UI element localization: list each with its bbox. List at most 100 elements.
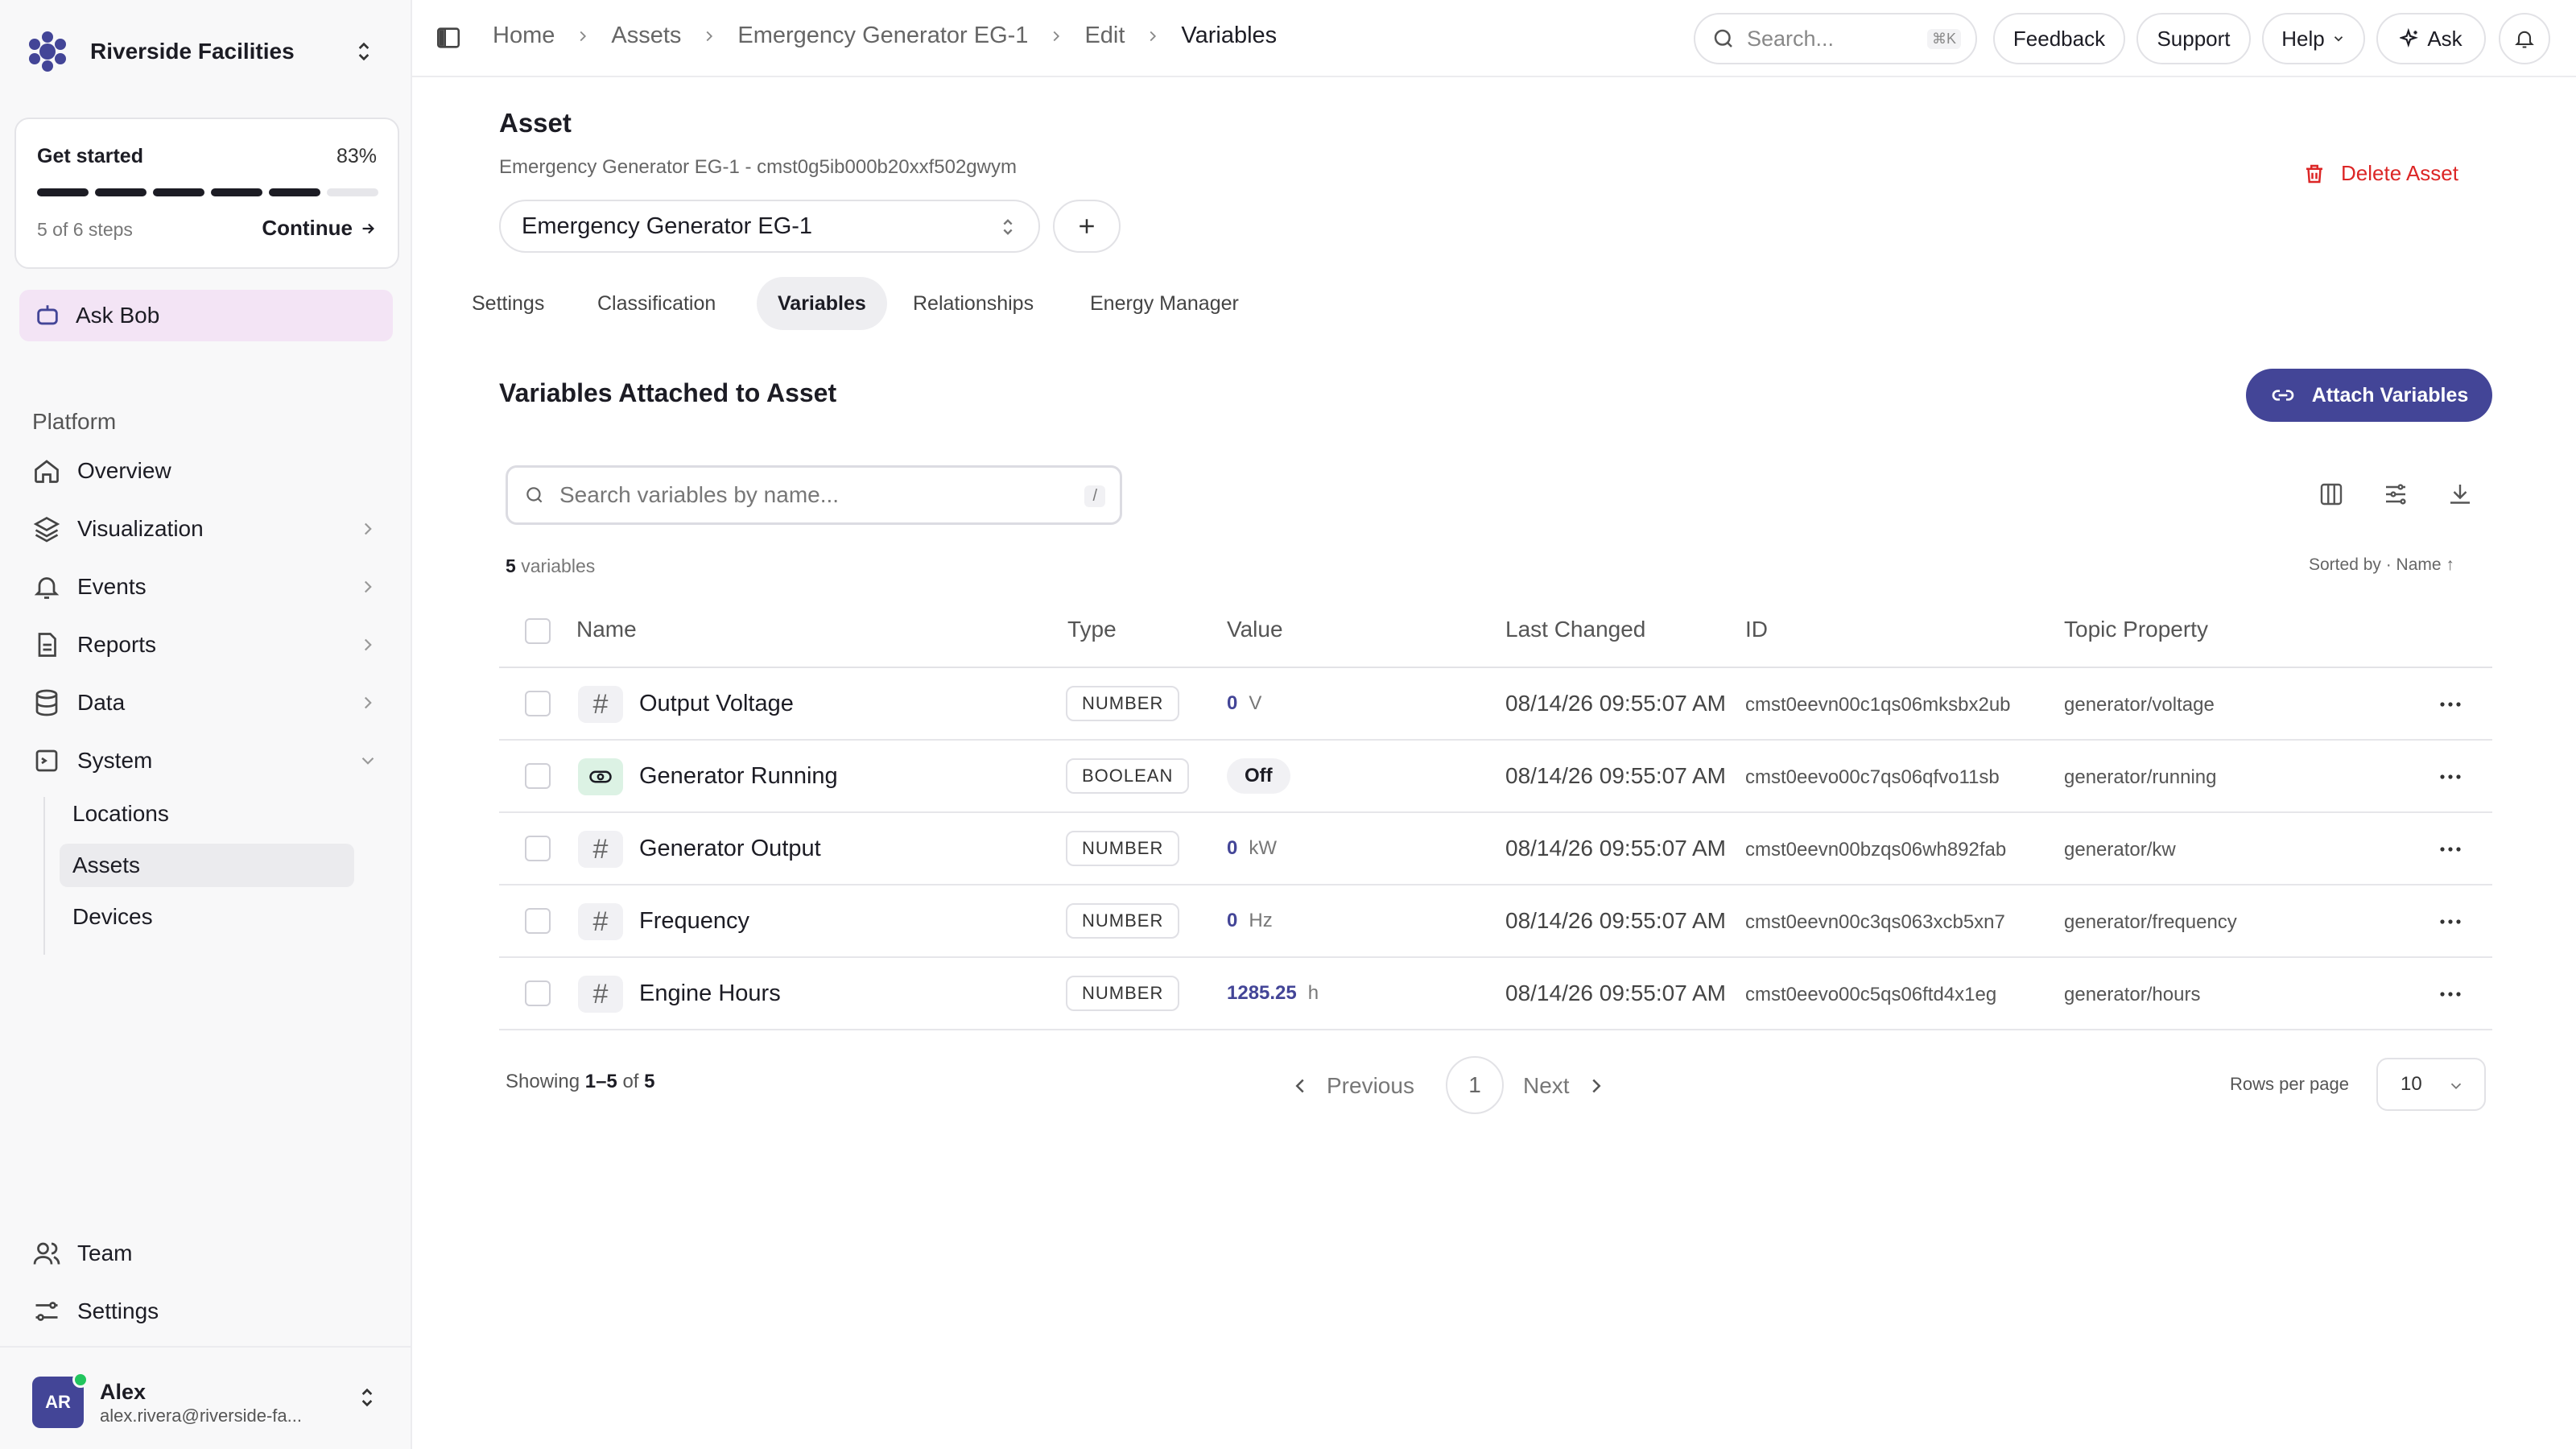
ask-bob-button[interactable]: Ask Bob (19, 290, 393, 341)
breadcrumb-asset[interactable]: Emergency Generator EG-1 (737, 23, 1028, 49)
user-menu[interactable]: AR Alex alex.rivera@riverside-fa... (0, 1346, 412, 1449)
sidebar-item-visualization[interactable]: Visualization (19, 504, 393, 554)
number-type-icon: # (578, 831, 623, 868)
chevron-right-icon (1054, 31, 1060, 41)
sidebar-item-label: Visualization (77, 516, 204, 541)
variables-search-input[interactable]: Search variables by name... / (506, 465, 1122, 525)
global-search-input[interactable]: Search... ⌘K (1694, 13, 1977, 64)
sidebar-item-overview[interactable]: Overview (19, 446, 393, 496)
sort-indicator[interactable]: Sorted by · Name ↑ (2309, 555, 2454, 575)
notifications-button[interactable] (2499, 13, 2550, 64)
sidebar-item-team[interactable]: Team (19, 1228, 393, 1278)
support-label: Support (2157, 26, 2231, 51)
help-button[interactable]: Help (2262, 13, 2365, 64)
sidebar-item-data[interactable]: Data (19, 678, 393, 728)
number-type-icon: # (578, 903, 623, 940)
table-row[interactable]: # Output Voltage NUMBER 0V 08/14/26 09:5… (499, 668, 2492, 741)
column-header-topic-property[interactable]: Topic Property (2064, 617, 2208, 642)
asset-select[interactable]: Emergency Generator EG-1 (499, 200, 1040, 253)
tab-relationships[interactable]: Relationships (892, 277, 1055, 330)
chevron-right-icon (364, 696, 372, 709)
variables-count: 5 variables (506, 555, 595, 577)
topic-property: generator/kw (2064, 839, 2176, 861)
sidebar-item-label: Overview (77, 458, 171, 483)
column-header-value[interactable]: Value (1227, 617, 1283, 642)
download-icon[interactable] (2446, 480, 2475, 509)
table-row[interactable]: Generator Running BOOLEAN Off 08/14/26 0… (499, 741, 2492, 813)
filter-sliders-icon[interactable] (2381, 480, 2410, 509)
add-asset-button[interactable] (1053, 200, 1121, 253)
variable-name[interactable]: Frequency (639, 908, 749, 935)
sidebar-toggle-icon[interactable] (435, 24, 462, 52)
columns-icon[interactable] (2317, 480, 2346, 509)
delete-asset-button[interactable]: Delete Asset (2302, 161, 2458, 186)
select-all-checkbox[interactable] (525, 618, 551, 644)
workspace-switcher[interactable]: Riverside Facilities (26, 24, 385, 79)
sidebar-item-label: Team (77, 1241, 133, 1265)
chevron-right-icon (1150, 31, 1157, 41)
rows-per-page-select[interactable]: 10 (2376, 1058, 2486, 1111)
chevron-down-icon (361, 757, 374, 765)
boolean-type-icon (578, 758, 623, 795)
row-checkbox[interactable] (525, 836, 551, 861)
ask-button[interactable]: Ask (2376, 13, 2486, 64)
breadcrumb-assets[interactable]: Assets (611, 23, 681, 49)
search-shortcut: / (1084, 485, 1105, 507)
avatar-initials: AR (45, 1392, 71, 1412)
variables-count-label: variables (521, 555, 596, 576)
next-page-button[interactable]: Next (1523, 1058, 1608, 1114)
progress-step (269, 188, 320, 196)
column-header-last-changed[interactable]: Last Changed (1505, 617, 1645, 642)
variable-name[interactable]: Generator Running (639, 763, 838, 790)
chevron-right-icon (706, 31, 713, 41)
more-options-icon[interactable] (2434, 692, 2467, 716)
table-row[interactable]: # Engine Hours NUMBER 1285.25 h 08/14/26 … (499, 958, 2492, 1030)
previous-page-button[interactable]: Previous (1288, 1058, 1414, 1114)
sidebar-subitem-assets[interactable]: Assets (60, 844, 354, 887)
chevron-down-icon (2334, 36, 2343, 42)
row-checkbox[interactable] (525, 763, 551, 789)
chevron-right-icon (364, 638, 372, 651)
row-checkbox[interactable] (525, 691, 551, 716)
continue-link[interactable]: Continue (262, 216, 377, 241)
attach-variables-button[interactable]: Attach Variables (2246, 369, 2492, 422)
more-options-icon[interactable] (2434, 910, 2467, 934)
feedback-button[interactable]: Feedback (1993, 13, 2125, 64)
table-row[interactable]: # Generator Output NUMBER 0 kW 08/14/26 0… (499, 813, 2492, 886)
get-started-card[interactable]: Get started 83% 5 of 6 steps Continue (14, 118, 399, 269)
sidebar-subitem-locations[interactable]: Locations (60, 792, 354, 836)
column-header-type[interactable]: Type (1067, 617, 1117, 642)
tab-energy-manager[interactable]: Energy Manager (1069, 277, 1260, 330)
table-row[interactable]: # Frequency NUMBER 0 Hz 08/14/26 09:55:07… (499, 886, 2492, 958)
column-header-id[interactable]: ID (1745, 617, 1768, 642)
support-button[interactable]: Support (2136, 13, 2251, 64)
tab-classification[interactable]: Classification (576, 277, 737, 330)
breadcrumb-edit[interactable]: Edit (1084, 23, 1125, 49)
variable-name[interactable]: Generator Output (639, 836, 821, 862)
tab-settings[interactable]: Settings (451, 277, 565, 330)
variable-name[interactable]: Engine Hours (639, 980, 781, 1007)
sidebar-item-system[interactable]: System (19, 736, 393, 786)
sidebar-subitem-devices[interactable]: Devices (60, 895, 354, 939)
more-options-icon[interactable] (2434, 837, 2467, 861)
type-badge: NUMBER (1066, 686, 1180, 721)
breadcrumb-home[interactable]: Home (493, 23, 555, 49)
more-options-icon[interactable] (2434, 982, 2467, 1006)
sidebar-item-label: Events (77, 574, 147, 599)
type-badge: BOOLEAN (1066, 758, 1190, 794)
row-checkbox[interactable] (525, 908, 551, 934)
more-options-icon[interactable] (2434, 765, 2467, 789)
plus-icon (1080, 219, 1094, 233)
sidebar-item-events[interactable]: Events (19, 562, 393, 612)
column-header-name[interactable]: Name (576, 617, 637, 642)
tab-variables[interactable]: Variables (757, 277, 887, 330)
showing-range: 1–5 (584, 1071, 617, 1092)
variable-name[interactable]: Output Voltage (639, 691, 794, 717)
row-checkbox[interactable] (525, 980, 551, 1006)
sidebar-item-settings[interactable]: Settings (19, 1286, 393, 1336)
page-number-button[interactable]: 1 (1446, 1056, 1504, 1114)
trash-icon (2306, 164, 2322, 183)
breadcrumb-current: Variables (1181, 23, 1278, 48)
sidebar-item-reports[interactable]: Reports (19, 620, 393, 670)
sidebar-item-label: Data (77, 690, 126, 715)
